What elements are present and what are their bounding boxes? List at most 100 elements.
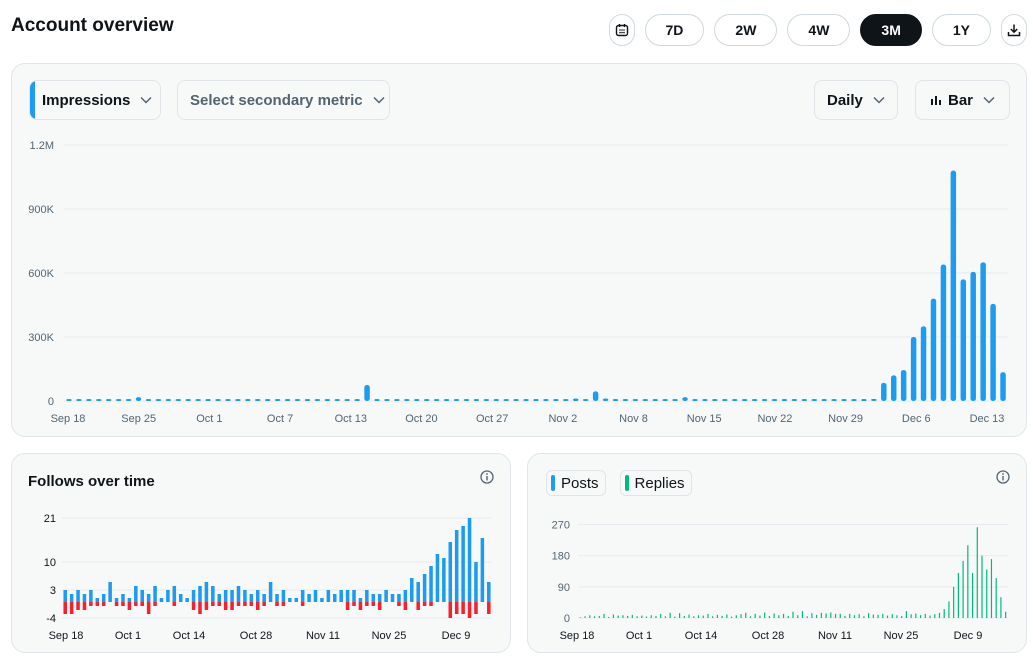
primary-metric-accent	[30, 81, 35, 119]
follows-loss-bar	[217, 602, 222, 606]
follows-gain-bar	[82, 594, 87, 602]
follows-gain-bar	[358, 598, 363, 602]
x-tick-label: Oct 28	[240, 630, 272, 642]
posts-replies-card: Posts Replies 270 180 90 0 Sep 18 Oct 1 Oct 14…	[527, 453, 1027, 653]
follows-gain-bar	[191, 590, 196, 602]
date-range-toolbar: 7D 2W 4W 3M 1Y	[608, 14, 1027, 46]
legend-posts-label: Posts	[561, 474, 599, 492]
follows-gain-bar	[300, 590, 305, 602]
follows-loss-bar	[82, 602, 87, 610]
follows-loss-bar	[191, 602, 196, 610]
calendar-icon[interactable]	[608, 14, 635, 46]
info-icon[interactable]	[996, 470, 1010, 484]
follows-gain-bar	[403, 590, 408, 602]
x-tick-label: Nov 15	[687, 413, 722, 425]
impressions-bar	[463, 399, 470, 401]
follows-gain-bar	[474, 562, 478, 602]
primary-metric-select[interactable]: Impressions	[29, 80, 161, 120]
follows-loss-bar	[358, 602, 363, 610]
follows-gain-bar	[243, 590, 247, 602]
follows-loss-bar	[397, 602, 401, 606]
follows-gain-bar	[339, 590, 343, 602]
x-tick-label: Oct 27	[476, 413, 508, 425]
follows-loss-bar	[487, 602, 491, 614]
impressions-bar	[513, 399, 519, 401]
follows-gain-bar	[127, 598, 132, 602]
follows-gain-bar	[410, 578, 414, 602]
follows-loss-bar	[300, 602, 305, 606]
follows-chart: 21 10 3 -4 Sep 18 Oct 1 Oct 14 Oct 28 Nov 11 Nov …	[44, 513, 492, 642]
impressions-bar	[384, 399, 390, 401]
range-7d-button[interactable]: 7D	[644, 14, 705, 46]
range-3m-button[interactable]: 3M	[860, 14, 922, 46]
y-tick-label: 600K	[28, 268, 54, 280]
impressions-bar	[732, 399, 738, 401]
impressions-bar	[245, 399, 251, 401]
legend-posts-swatch	[551, 475, 555, 491]
follows-gain-bar	[217, 594, 222, 602]
impressions-bar	[423, 399, 430, 401]
follows-gain-bar	[249, 594, 254, 602]
legend-replies[interactable]: Replies	[619, 470, 692, 496]
impressions-bar	[523, 399, 529, 401]
follows-gain-bar	[159, 598, 164, 602]
follows-gain-bar	[185, 598, 189, 602]
follows-loss-bar	[69, 602, 74, 614]
follows-loss-bar	[249, 602, 254, 606]
follows-gain-bar	[255, 590, 260, 602]
range-2w-button[interactable]: 2W	[714, 14, 778, 46]
primary-metric-label: Impressions	[42, 91, 131, 109]
impressions-bar	[255, 399, 261, 401]
follows-loss-bar	[76, 602, 80, 610]
secondary-metric-placeholder: Select secondary metric	[190, 91, 363, 109]
impressions-bar	[314, 399, 321, 401]
impressions-bar	[145, 399, 152, 401]
follows-gain-bar	[63, 590, 67, 602]
follows-loss-bar	[198, 602, 202, 614]
impressions-bar	[841, 399, 847, 401]
impressions-bar	[96, 399, 102, 401]
chevron-down-icon	[373, 96, 385, 104]
impressions-bar	[155, 399, 162, 401]
follows-loss-bar	[275, 602, 279, 606]
range-4w-button[interactable]: 4W	[787, 14, 851, 46]
x-tick-label: Dec 9	[442, 630, 471, 642]
impressions-bar	[980, 262, 986, 401]
impressions-bar	[135, 397, 142, 401]
follows-loss-bar	[211, 602, 215, 606]
legend-replies-swatch	[624, 475, 629, 491]
x-tick-label: Sep 18	[49, 630, 84, 642]
impressions-bar	[612, 399, 619, 401]
impressions-bar	[503, 399, 509, 401]
impressions-bar	[851, 399, 857, 401]
x-tick-label: Nov 29	[828, 413, 863, 425]
follows-loss-bar	[345, 602, 350, 610]
follows-gain-bar	[281, 590, 286, 602]
follows-loss-bar	[371, 602, 376, 606]
impressions-bar	[304, 399, 311, 401]
range-1y-button[interactable]: 1Y	[931, 14, 991, 46]
follows-loss-bar	[121, 602, 125, 606]
chevron-down-icon	[873, 96, 885, 104]
granularity-select[interactable]: Daily	[814, 80, 898, 120]
info-icon[interactable]	[480, 470, 494, 484]
download-icon[interactable]	[1001, 14, 1027, 46]
follows-gain-bar	[345, 590, 350, 602]
chart-style-select[interactable]: Bar	[915, 80, 1010, 120]
secondary-metric-select[interactable]: Select secondary metric	[177, 80, 390, 120]
impressions-bar	[582, 399, 589, 401]
follows-gain-bar	[461, 526, 465, 602]
impressions-bar	[900, 370, 907, 401]
follows-gain-bar	[223, 590, 228, 602]
follows-gain-bar	[134, 586, 138, 602]
follows-gain-bar	[211, 586, 215, 602]
chevron-down-icon	[140, 96, 152, 104]
impressions-chart: 1.2M 900K 600K 300K 0 Sep 18 Sep 25 Oct 1 Oct 7 O…	[28, 140, 1008, 425]
impressions-bar	[205, 399, 211, 401]
impressions-bar	[86, 399, 92, 401]
impressions-bar	[334, 399, 340, 401]
impressions-bar	[195, 399, 201, 401]
follows-gain-bar	[198, 586, 202, 602]
legend-posts[interactable]: Posts	[546, 470, 606, 496]
follows-loss-bar	[454, 602, 459, 614]
